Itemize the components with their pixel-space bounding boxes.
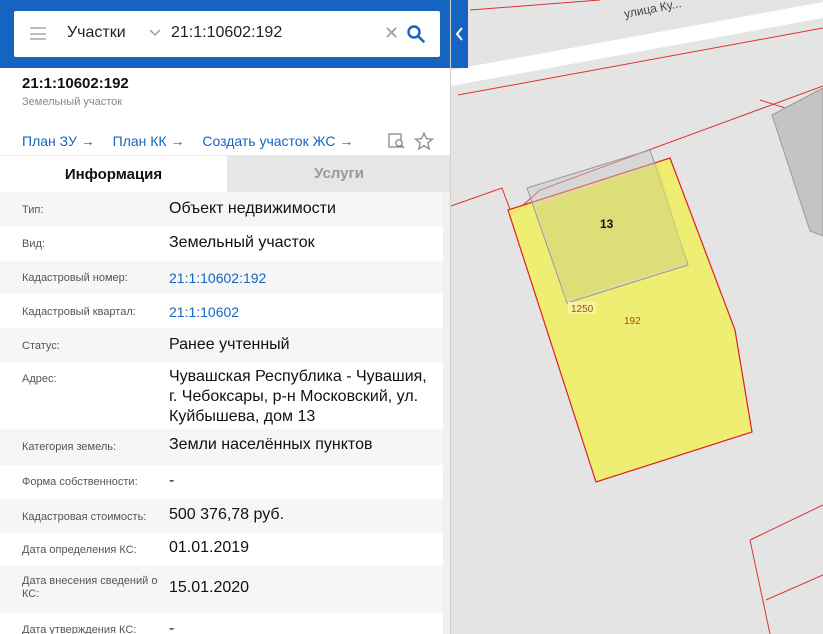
property-label: Дата внесения сведений о КС:	[22, 575, 158, 600]
search-input[interactable]: 21:1:10602:192	[171, 24, 282, 42]
menu-icon[interactable]	[30, 27, 46, 40]
action-links: План ЗУ → План КК → Создать участок ЖС →	[22, 133, 367, 149]
property-row: Дата утверждения КС: -	[0, 613, 443, 634]
property-row: Дата определения КС: 01.01.2019	[0, 533, 443, 566]
parcel-number-label: 192	[624, 316, 641, 327]
property-label: Дата утверждения КС:	[22, 624, 137, 634]
property-row: Дата внесения сведений о КС: 15.01.2020	[0, 566, 443, 613]
property-value: Ранее учтенный	[169, 336, 290, 353]
search-category-select[interactable]: Участки	[67, 24, 126, 42]
property-label: Дата определения КС:	[22, 544, 137, 556]
cadastral-number-link[interactable]: 21:1:10602:192	[169, 268, 437, 288]
tabs: Информация Услуги	[0, 155, 450, 192]
property-value: Земли населённых пунктов	[169, 436, 373, 453]
property-row: Кадастровый номер: 21:1:10602:192	[0, 261, 443, 294]
property-label: Кадастровый квартал:	[22, 306, 136, 318]
create-plot-link[interactable]: Создать участок ЖС →	[202, 133, 353, 149]
property-row: Форма собственности: -	[0, 465, 443, 499]
building-number-label: 13	[600, 217, 614, 231]
property-label: Статус:	[22, 340, 60, 352]
property-row: Адрес: Чувашская Республика - Чувашия, г…	[0, 362, 443, 429]
cadastral-quarter-link[interactable]: 21:1:10602	[169, 302, 437, 322]
property-value: 15.01.2020	[169, 579, 250, 596]
clear-icon[interactable]: ✕	[384, 24, 399, 42]
chevron-left-icon	[455, 27, 463, 41]
property-label: Кадастровая стоимость:	[22, 511, 147, 523]
property-value: Земельный участок	[169, 234, 315, 251]
search-icon[interactable]	[406, 24, 426, 44]
property-value: Объект недвижимости	[169, 200, 336, 217]
tab-info[interactable]: Информация	[0, 155, 227, 192]
property-row: Категория земель: Земли населённых пункт…	[0, 429, 443, 465]
property-value: -	[169, 472, 175, 489]
object-number-title: 21:1:10602:192	[22, 75, 129, 92]
property-row: Кадастровый квартал: 21:1:10602	[0, 294, 443, 328]
search-box: Участки 21:1:10602:192 ✕	[14, 11, 440, 57]
find-on-map-icon[interactable]	[388, 133, 405, 149]
parcel-area-label: 1250	[571, 304, 594, 315]
scrollbar[interactable]	[443, 192, 450, 634]
property-label: Вид:	[22, 238, 45, 250]
property-label: Форма собственности:	[22, 476, 138, 488]
property-value: -	[169, 620, 175, 634]
property-label: Кадастровый номер:	[22, 272, 128, 284]
action-icons	[388, 131, 435, 151]
property-row: Статус: Ранее учтенный	[0, 328, 443, 362]
info-panel: Участки 21:1:10602:192 ✕ 21:1:10602:192 …	[0, 0, 451, 634]
property-value: Чувашская Республика - Чувашия, г. Чебок…	[169, 368, 427, 425]
chevron-down-icon[interactable]	[148, 25, 162, 39]
property-label: Адрес:	[22, 373, 57, 385]
property-row: Кадастровая стоимость: 500 376,78 руб.	[0, 499, 443, 533]
property-label: Тип:	[22, 204, 44, 216]
property-row: Вид: Земельный участок	[0, 226, 443, 261]
plan-kk-link[interactable]: План КК →	[113, 133, 185, 149]
property-row: Тип: Объект недвижимости	[0, 192, 443, 226]
collapse-panel-button[interactable]	[451, 0, 468, 68]
tab-services[interactable]: Услуги	[227, 155, 450, 192]
plan-zu-link[interactable]: План ЗУ →	[22, 133, 95, 149]
object-type-subtitle: Земельный участок	[22, 96, 123, 108]
properties-list: Тип: Объект недвижимости Вид: Земельный …	[0, 192, 443, 634]
favorite-star-icon[interactable]	[413, 131, 435, 151]
property-value: 500 376,78 руб.	[169, 506, 285, 523]
property-label: Категория земель:	[22, 441, 117, 453]
search-bar: Участки 21:1:10602:192 ✕	[0, 0, 450, 68]
property-value: 01.01.2019	[169, 539, 250, 556]
